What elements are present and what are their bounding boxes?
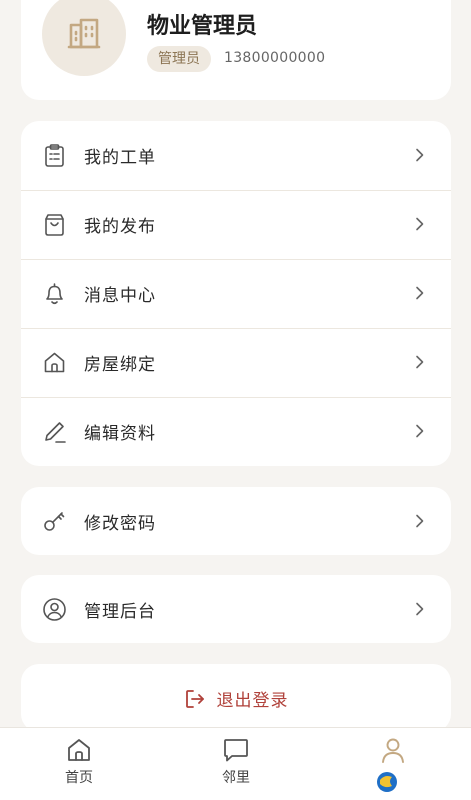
- key-icon: [44, 512, 65, 531]
- phone-number: 13800000000: [224, 50, 326, 66]
- menu-group-admin: 管理后台: [21, 575, 451, 643]
- menu-item-change-password[interactable]: 修改密码: [21, 487, 451, 555]
- bottom-tab-bar: 首页 邻里 我的: [0, 727, 471, 800]
- home-icon: [68, 739, 90, 761]
- pencil-icon: [45, 422, 66, 443]
- chevron-right-icon: [416, 514, 424, 528]
- chevron-right-icon: [416, 217, 424, 231]
- logout-icon: [185, 689, 204, 708]
- menu-item-house-binding[interactable]: 房屋绑定: [21, 328, 451, 397]
- watermark-logo: [375, 768, 471, 800]
- role-badge: 管理员: [147, 46, 211, 72]
- chevron-right-icon: [416, 602, 424, 616]
- user-icon: [382, 738, 404, 763]
- chevron-right-icon: [416, 355, 424, 369]
- menu-item-label: 我的工单: [84, 148, 156, 168]
- user-circle-icon: [43, 598, 66, 621]
- logout-button[interactable]: 退出登录: [21, 664, 451, 732]
- menu-item-my-posts[interactable]: 我的发布: [21, 190, 451, 259]
- shopping-bag-icon: [45, 214, 64, 236]
- menu-item-label: 编辑资料: [84, 424, 156, 444]
- tab-neighbors[interactable]: 邻里: [196, 736, 276, 796]
- menu-item-label: 管理后台: [84, 601, 156, 622]
- menu-item-admin-panel[interactable]: 管理后台: [21, 575, 451, 643]
- menu-group-main: 我的工单 我的发布 消息中心 房屋绑定 编辑资料: [21, 121, 451, 466]
- profile-card[interactable]: 物业管理员 管理员 13800000000: [21, 0, 451, 100]
- menu-item-label: 修改密码: [84, 513, 156, 534]
- bell-icon: [46, 283, 63, 305]
- chevron-right-icon: [416, 148, 424, 162]
- chevron-right-icon: [416, 424, 424, 438]
- clipboard-icon: [45, 144, 64, 167]
- menu-item-edit-profile[interactable]: 编辑资料: [21, 397, 451, 466]
- chat-icon: [224, 739, 248, 762]
- tab-home[interactable]: 首页: [39, 736, 119, 796]
- menu-item-label: 我的发布: [84, 217, 156, 237]
- avatar[interactable]: [42, 0, 126, 76]
- watermark-globe-icon: [377, 772, 397, 792]
- chevron-right-icon: [416, 286, 424, 300]
- tab-label: 邻里: [222, 770, 250, 786]
- logout-label: 退出登录: [216, 691, 289, 711]
- menu-item-message-center[interactable]: 消息中心: [21, 259, 451, 328]
- menu-item-label: 房屋绑定: [84, 355, 156, 375]
- profile-name: 物业管理员: [147, 14, 258, 39]
- home-icon: [44, 352, 65, 373]
- menu-item-my-orders[interactable]: 我的工单: [21, 121, 451, 190]
- menu-item-label: 消息中心: [84, 286, 156, 306]
- menu-group-password: 修改密码: [21, 487, 451, 555]
- tab-label: 首页: [65, 770, 93, 786]
- building-icon: [67, 18, 101, 49]
